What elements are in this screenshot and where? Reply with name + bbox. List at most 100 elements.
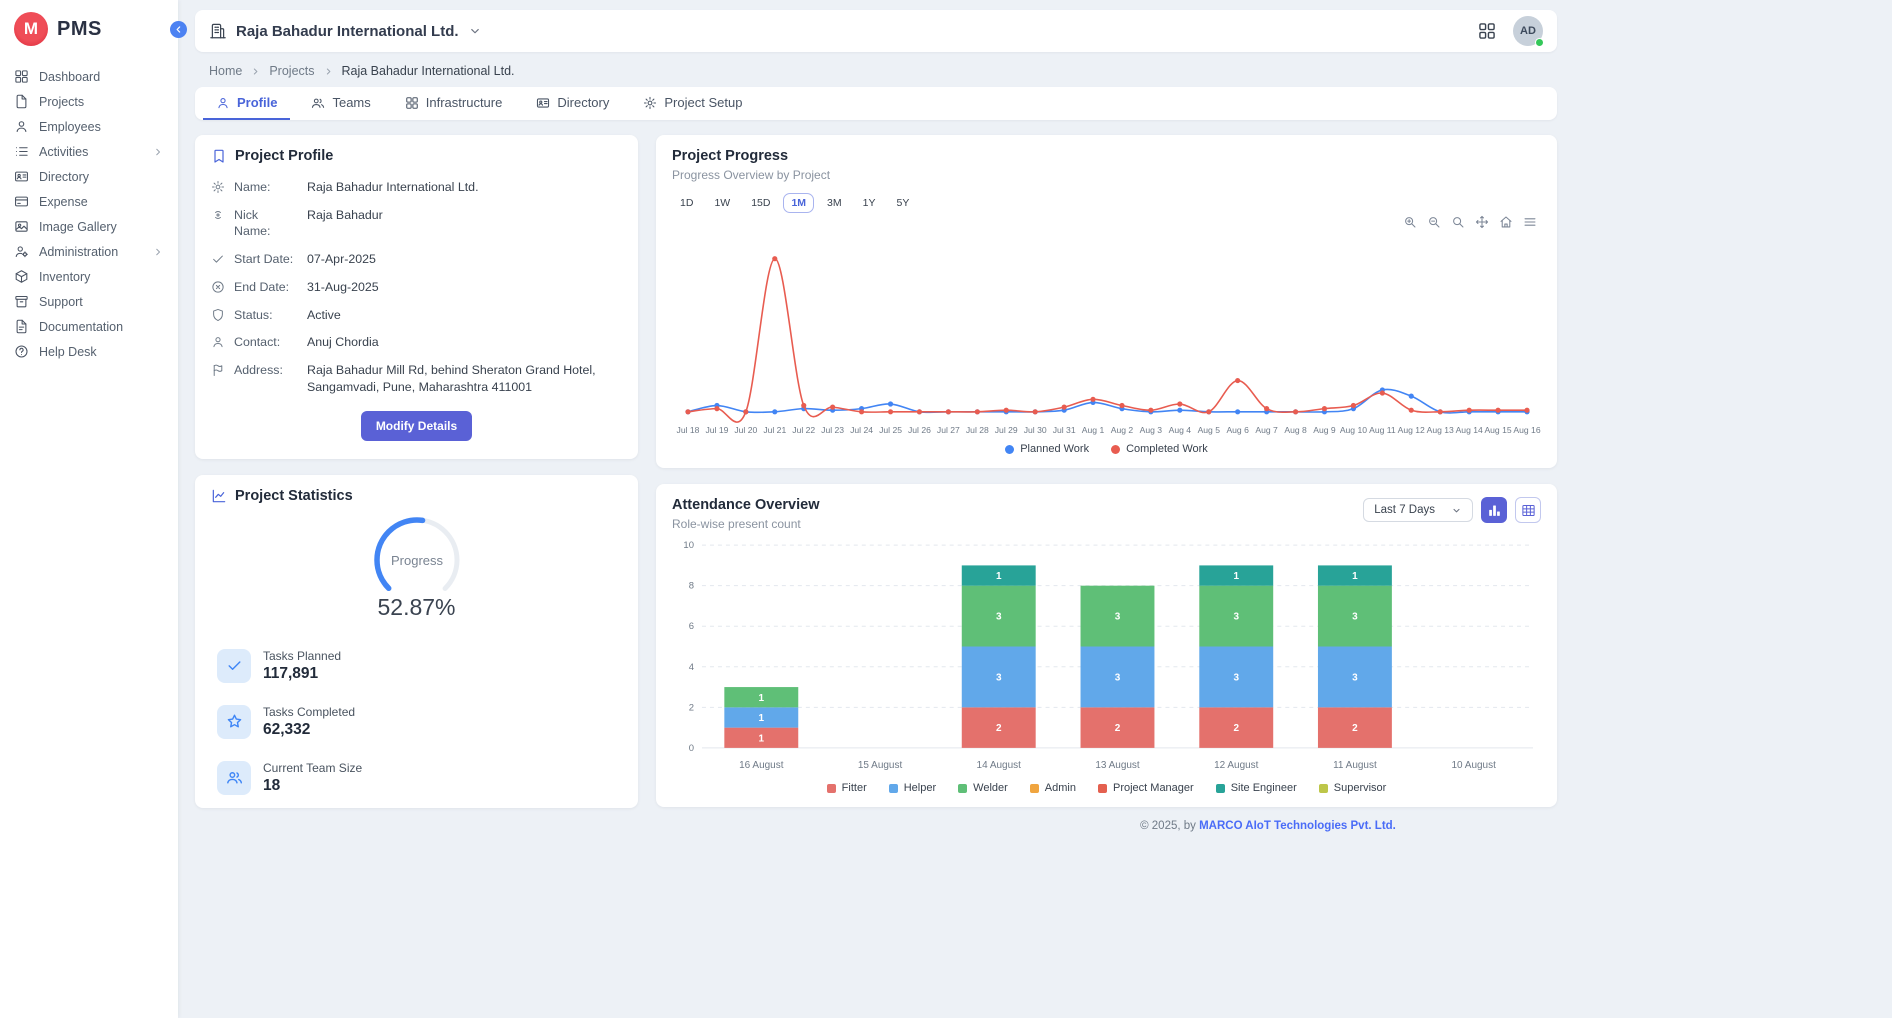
sidebar-item-label: Projects	[39, 95, 84, 109]
chart-menu-button[interactable]	[1523, 215, 1537, 229]
app-logo[interactable]: M PMS	[0, 0, 178, 60]
range-selector: 1D1W15D1M3M1Y5Y	[672, 193, 1541, 213]
attendance-bar-chart[interactable]: 024681016 August11115 August14 August233…	[672, 535, 1541, 780]
stat-tasks-completed: Tasks Completed62,332	[217, 705, 622, 739]
table-icon	[1521, 503, 1536, 518]
sidebar-item-directory[interactable]: Directory	[0, 164, 178, 189]
legend-item-project-manager[interactable]: Project Manager	[1098, 782, 1194, 794]
sidebar-item-projects[interactable]: Projects	[0, 89, 178, 114]
sidebar-item-help-desk[interactable]: Help Desk	[0, 339, 178, 364]
name-icon	[211, 180, 225, 194]
tab-project-setup[interactable]: Project Setup	[630, 87, 755, 120]
range-button-1w[interactable]: 1W	[706, 193, 738, 213]
reset-view-button[interactable]	[1499, 215, 1513, 229]
field-label: Start Date:	[234, 251, 298, 268]
tab-label: Infrastructure	[426, 95, 503, 110]
range-button-1m[interactable]: 1M	[783, 193, 814, 213]
collapse-sidebar-button[interactable]	[170, 21, 187, 38]
legend-item-completed-work[interactable]: Completed Work	[1111, 443, 1208, 455]
tab-infrastructure[interactable]: Infrastructure	[392, 87, 516, 120]
sidebar-item-support[interactable]: Support	[0, 289, 178, 314]
sidebar-item-expense[interactable]: Expense	[0, 189, 178, 214]
zoom-out-button[interactable]	[1427, 215, 1441, 229]
sidebar-item-administration[interactable]: Administration	[0, 239, 178, 264]
legend-label: Project Manager	[1113, 782, 1194, 794]
field-value: 31-Aug-2025	[307, 279, 379, 296]
nick-name-icon	[211, 208, 225, 222]
gauge-label: Progress	[390, 553, 443, 568]
bar-chart-icon	[1487, 503, 1502, 518]
svg-text:3: 3	[1115, 672, 1121, 683]
svg-text:Jul 23: Jul 23	[821, 425, 844, 435]
user-avatar[interactable]: AD	[1513, 16, 1543, 46]
sidebar-item-label: Expense	[39, 195, 88, 209]
stat-tasks-planned: Tasks Planned117,891	[217, 649, 622, 683]
progress-card-title: Project Progress	[672, 148, 1541, 164]
date-range-select[interactable]: Last 7 Days	[1363, 498, 1473, 522]
svg-text:3: 3	[1233, 612, 1239, 623]
svg-text:3: 3	[996, 672, 1002, 683]
svg-text:Jul 20: Jul 20	[734, 425, 757, 435]
chevron-right-icon	[152, 246, 164, 258]
pan-button[interactable]	[1475, 215, 1489, 229]
start-date-icon	[211, 252, 225, 266]
footer-company-link[interactable]: MARCO AIoT Technologies Pvt. Ltd.	[1199, 820, 1396, 832]
field-label: Status:	[234, 307, 298, 324]
svg-text:3: 3	[1352, 612, 1358, 623]
legend-item-helper[interactable]: Helper	[889, 782, 936, 794]
legend-item-planned-work[interactable]: Planned Work	[1005, 443, 1089, 455]
legend-item-admin[interactable]: Admin	[1030, 782, 1076, 794]
tab-directory[interactable]: Directory	[523, 87, 622, 120]
company-selector[interactable]: Raja Bahadur International Ltd.	[209, 22, 482, 40]
sidebar-item-dashboard[interactable]: Dashboard	[0, 64, 178, 89]
range-button-1y[interactable]: 1Y	[855, 193, 884, 213]
bar-view-button[interactable]	[1481, 497, 1507, 523]
range-button-3m[interactable]: 3M	[819, 193, 850, 213]
sidebar-item-documentation[interactable]: Documentation	[0, 314, 178, 339]
field-name: Name:Raja Bahadur International Ltd.	[211, 179, 622, 196]
legend-item-site-engineer[interactable]: Site Engineer	[1216, 782, 1297, 794]
footer: © 2025, by MARCO AIoT Technologies Pvt. …	[868, 820, 1668, 832]
breadcrumb-current: Raja Bahadur International Ltd.	[342, 64, 515, 78]
legend-item-welder[interactable]: Welder	[958, 782, 1008, 794]
table-view-button[interactable]	[1515, 497, 1541, 523]
infrastructure-tab-icon	[405, 96, 419, 110]
field-contact: Contact:Anuj Chordia	[211, 334, 622, 351]
range-button-1d[interactable]: 1D	[672, 193, 701, 213]
sidebar-item-employees[interactable]: Employees	[0, 114, 178, 139]
progress-line-chart[interactable]: Jul 18Jul 19Jul 20Jul 21Jul 22Jul 23Jul …	[672, 229, 1541, 441]
attendance-card-subtitle: Role-wise present count	[672, 517, 819, 531]
zoom-in-button[interactable]	[1403, 215, 1417, 229]
apps-grid-button[interactable]	[1477, 21, 1497, 41]
svg-text:0: 0	[689, 743, 694, 754]
sidebar-item-label: Support	[39, 295, 83, 309]
breadcrumb: Home Projects Raja Bahadur International…	[209, 64, 1555, 78]
chevron-down-icon	[1451, 505, 1462, 516]
profile-fields: Name:Raja Bahadur International Ltd.Nick…	[211, 179, 622, 396]
legend-item-fitter[interactable]: Fitter	[827, 782, 867, 794]
sidebar-item-label: Administration	[39, 245, 118, 259]
svg-text:10: 10	[683, 540, 694, 551]
stat-value: 62,332	[263, 721, 355, 739]
tab-label: Directory	[557, 95, 609, 110]
range-button-15d[interactable]: 15D	[743, 193, 778, 213]
range-button-5y[interactable]: 5Y	[888, 193, 917, 213]
box-zoom-button[interactable]	[1451, 215, 1465, 229]
sidebar-item-label: Inventory	[39, 270, 90, 284]
svg-text:Aug 13: Aug 13	[1427, 425, 1454, 435]
svg-text:Jul 26: Jul 26	[908, 425, 931, 435]
modify-details-button[interactable]: Modify Details	[361, 411, 472, 441]
main-area: Raja Bahadur International Ltd. AD Home …	[178, 0, 1892, 1018]
legend-item-supervisor[interactable]: Supervisor	[1319, 782, 1387, 794]
sidebar-item-inventory[interactable]: Inventory	[0, 264, 178, 289]
sidebar-item-activities[interactable]: Activities	[0, 139, 178, 164]
tab-profile[interactable]: Profile	[203, 87, 290, 120]
svg-text:Aug 7: Aug 7	[1255, 425, 1278, 435]
legend-marker	[958, 784, 967, 793]
tab-teams[interactable]: Teams	[298, 87, 383, 120]
breadcrumb-home[interactable]: Home	[209, 64, 242, 78]
contact-icon	[211, 335, 225, 349]
field-value: Raja Bahadur International Ltd.	[307, 179, 479, 196]
breadcrumb-projects[interactable]: Projects	[269, 64, 314, 78]
sidebar-item-image-gallery[interactable]: Image Gallery	[0, 214, 178, 239]
